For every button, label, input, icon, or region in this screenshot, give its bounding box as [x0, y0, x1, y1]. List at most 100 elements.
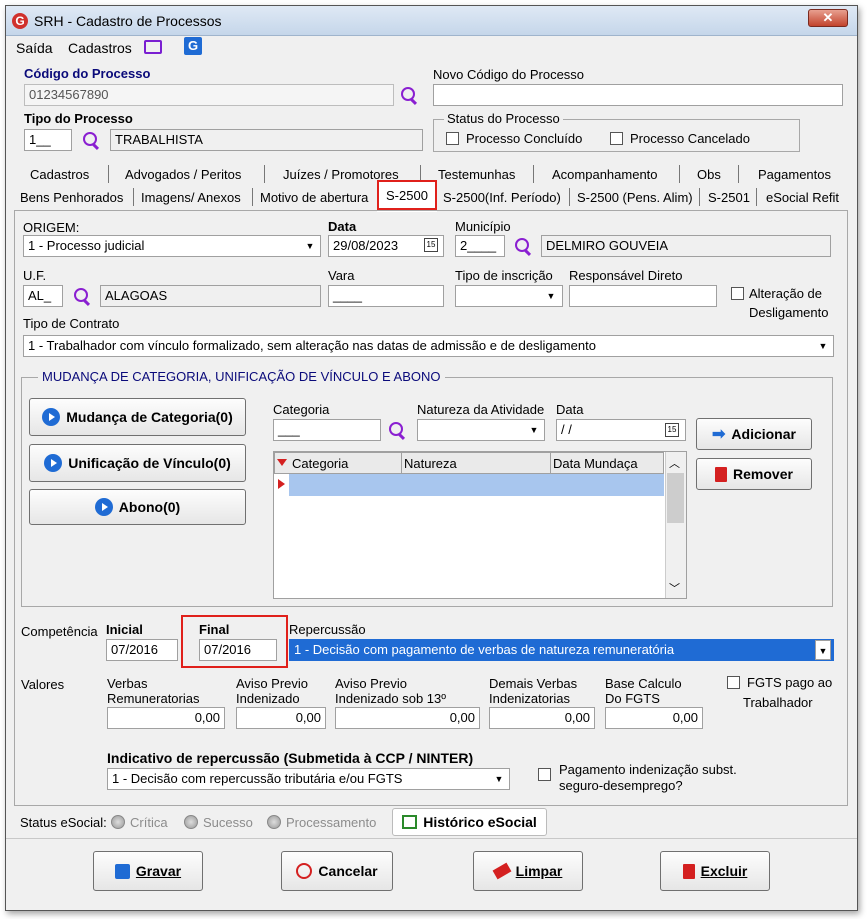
municipio-desc-field: DELMIRO GOUVEIA [541, 235, 831, 257]
indicativo-select[interactable]: 1 - Decisão com repercussão tributária e… [107, 768, 510, 790]
tab-acompanhamento[interactable]: Acompanhamento [552, 167, 658, 182]
alteracao-checkbox[interactable] [731, 287, 744, 300]
highlight-box [377, 180, 437, 210]
verbas-field[interactable]: 0,00 [107, 707, 225, 729]
demais-label-2: Indenizatorias [489, 691, 570, 706]
excluir-button[interactable]: Excluir [660, 851, 770, 891]
codigo-label: Código do Processo [24, 66, 151, 81]
search-icon[interactable] [400, 86, 418, 104]
critica-radio[interactable] [111, 815, 125, 829]
inicial-field[interactable]: 07/2016 [106, 639, 178, 661]
gravar-button[interactable]: Gravar [93, 851, 203, 891]
historico-esocial-button[interactable]: Histórico eSocial [392, 808, 547, 836]
tab-s2501[interactable]: S-2501 [708, 190, 750, 205]
unificacao-vinculo-button[interactable]: Unificação de Vínculo(0) [29, 444, 246, 482]
aviso-field[interactable]: 0,00 [236, 707, 326, 729]
tipo-contrato-label: Tipo de Contrato [23, 316, 120, 331]
tab-bens-penhorados[interactable]: Bens Penhorados [20, 190, 123, 205]
menu-saida[interactable]: Saída [16, 40, 53, 56]
adicionar-button[interactable]: ➡ Adicionar [696, 418, 812, 450]
tipo-inscricao-label: Tipo de inscrição [455, 268, 553, 283]
municipio-label: Município [455, 219, 511, 234]
scrollbar-thumb[interactable] [667, 473, 684, 523]
sucesso-label: Sucesso [203, 815, 253, 830]
tab-obs[interactable]: Obs [697, 167, 721, 182]
remover-button[interactable]: Remover [696, 458, 812, 490]
tab-testemunhas[interactable]: Testemunhas [438, 167, 515, 182]
novo-codigo-field[interactable] [433, 84, 843, 106]
mudanca-data-label: Data [556, 402, 584, 417]
menu-cadastros[interactable]: Cadastros [68, 40, 132, 56]
processamento-radio[interactable] [267, 815, 281, 829]
base-field[interactable]: 0,00 [605, 707, 703, 729]
scroll-down-icon[interactable]: ﹀ [669, 580, 680, 596]
tab-cadastros[interactable]: Cadastros [30, 167, 89, 182]
pagamento-checkbox[interactable] [538, 768, 551, 781]
close-button[interactable]: ✕ [808, 9, 848, 27]
tab-advogados[interactable]: Advogados / Peritos [125, 167, 241, 182]
search-icon[interactable] [388, 421, 406, 439]
tab-motivo[interactable]: Motivo de abertura [260, 190, 368, 205]
responsavel-field[interactable] [569, 285, 717, 307]
data-label: Data [328, 219, 357, 234]
tab-imagens[interactable]: Imagens/ Anexos [141, 190, 241, 205]
tab-separator [569, 188, 570, 206]
abono-button[interactable]: Abono(0) [29, 489, 246, 525]
calendar-icon[interactable]: 15 [665, 423, 679, 437]
chevron-down-icon[interactable]: ▼ [543, 286, 559, 306]
mudanca-categoria-button[interactable]: Mudança de Categoria(0) [29, 398, 246, 436]
chevron-down-icon[interactable]: ▼ [815, 336, 831, 356]
mudanca-categoria-label: Mudança de Categoria(0) [66, 409, 233, 425]
chevron-down-icon[interactable]: ▼ [815, 640, 831, 660]
origem-select[interactable]: 1 - Processo judicial [23, 235, 321, 257]
mudanca-title: MUDANÇA DE CATEGORIA, UNIFICAÇÃO DE VÍNC… [38, 369, 445, 384]
tipo-label: Tipo do Processo [24, 111, 133, 126]
concluido-checkbox[interactable] [446, 132, 459, 145]
limpar-button[interactable]: Limpar [473, 851, 583, 891]
fgts-checkbox[interactable] [727, 676, 740, 689]
natureza-label: Natureza da Atividade [417, 402, 545, 417]
uf-code-field[interactable]: AL_ [23, 285, 63, 307]
chevron-down-icon[interactable]: ▼ [302, 236, 318, 256]
verbas-label-2: Remuneratorias [107, 691, 200, 706]
cancelado-checkbox[interactable] [610, 132, 623, 145]
categoria-field[interactable]: ___ [273, 419, 381, 441]
tipo-code-field[interactable]: 1__ [24, 129, 72, 151]
chevron-down-icon[interactable]: ▼ [491, 769, 507, 789]
novo-codigo-label: Novo Código do Processo [433, 67, 585, 82]
unificacao-vinculo-label: Unificação de Vínculo(0) [68, 455, 231, 471]
tab-s2500-pens[interactable]: S-2500 (Pens. Alim) [577, 190, 693, 205]
monitor-icon[interactable] [144, 40, 162, 54]
tab-s2500-periodo[interactable]: S-2500(Inf. Período) [443, 190, 561, 205]
chevron-down-icon[interactable]: ▼ [526, 420, 542, 440]
responsavel-label: Responsável Direto [569, 268, 683, 283]
tab-esocial-refit[interactable]: eSocial Refit [766, 190, 839, 205]
cancelar-button[interactable]: Cancelar [281, 851, 393, 891]
grid-header-categoria[interactable]: Categoria [292, 456, 348, 471]
aviso13-field[interactable]: 0,00 [335, 707, 480, 729]
scroll-up-icon[interactable]: ︿ [669, 455, 680, 471]
table-row[interactable] [289, 474, 664, 496]
status-label: Status do Processo [444, 111, 563, 126]
grid-header-natureza[interactable]: Natureza [404, 456, 457, 471]
search-icon[interactable] [514, 237, 532, 255]
uf-desc-field: ALAGOAS [100, 285, 321, 307]
municipio-code-field[interactable]: 2____ [455, 235, 505, 257]
repercussao-select[interactable]: 1 - Decisão com pagamento de verbas de n… [289, 639, 834, 661]
trash-icon [715, 466, 728, 482]
esocial-g-icon[interactable]: G [184, 37, 202, 55]
codigo-field[interactable]: 01234567890 [24, 84, 394, 106]
sucesso-radio[interactable] [184, 815, 198, 829]
concluido-label: Processo Concluído [466, 131, 583, 146]
search-icon[interactable] [73, 287, 91, 305]
cancelar-label: Cancelar [318, 863, 378, 879]
tab-pagamentos[interactable]: Pagamentos [758, 167, 831, 182]
search-icon[interactable] [82, 131, 100, 149]
aviso13-label-1: Aviso Previo [335, 676, 408, 691]
tipo-contrato-select[interactable]: 1 - Trabalhador com vínculo formalizado,… [23, 335, 834, 357]
calendar-icon[interactable]: 15 [424, 238, 438, 252]
grid-header-data[interactable]: Data Mundaça [553, 456, 638, 471]
vara-field[interactable]: ____ [328, 285, 444, 307]
demais-field[interactable]: 0,00 [489, 707, 595, 729]
aviso13-label-2: Indenizado sob 13º [335, 691, 447, 706]
